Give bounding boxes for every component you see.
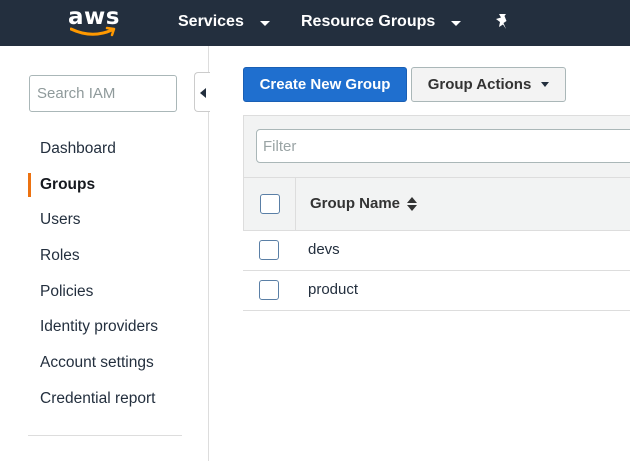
sidebar-divider [28,435,182,436]
sort-icon [407,196,418,211]
filter-input[interactable] [256,129,630,163]
chevron-left-icon [200,88,206,98]
collapse-sidebar-button[interactable] [194,72,210,112]
groups-table: Group Name devs product [243,115,630,311]
caret-down-icon [541,82,550,87]
chevron-down-icon [259,20,270,26]
resource-groups-label: Resource Groups [301,13,436,30]
aws-logo[interactable]: aws [68,4,119,38]
group-actions-label: Group Actions [427,76,532,93]
pushpin-icon[interactable] [492,12,512,32]
chevron-down-icon [451,20,462,26]
table-row: devs [243,231,630,271]
sidebar-item-dashboard[interactable]: Dashboard [0,131,209,167]
sidebar-item-groups[interactable]: Groups [0,167,209,203]
sidebar-item-roles[interactable]: Roles [0,238,209,274]
services-menu[interactable]: Services [178,13,270,31]
column-divider [295,178,296,231]
table-header: Group Name [243,177,630,231]
aws-smile-icon [70,26,116,37]
group-actions-button[interactable]: Group Actions [411,67,566,102]
services-label: Services [178,13,244,30]
sidebar-nav: Dashboard Groups Users Roles Policies Id… [0,131,209,417]
group-name-link[interactable]: devs [308,241,340,258]
resource-groups-menu[interactable]: Resource Groups [301,13,462,31]
sidebar-item-identity-providers[interactable]: Identity providers [0,309,209,345]
sidebar-item-account-settings[interactable]: Account settings [0,345,209,381]
sidebar-item-users[interactable]: Users [0,202,209,238]
select-all-checkbox[interactable] [260,194,280,214]
sidebar-item-policies[interactable]: Policies [0,274,209,310]
row-checkbox[interactable] [259,240,279,260]
top-navigation-bar: aws Services Resource Groups [0,0,630,46]
group-name-link[interactable]: product [308,281,358,298]
sidebar: Dashboard Groups Users Roles Policies Id… [0,46,210,461]
table-row: product [243,271,630,311]
create-new-group-button[interactable]: Create New Group [243,67,407,102]
group-name-column-header[interactable]: Group Name [310,195,418,212]
sidebar-item-credential-report[interactable]: Credential report [0,381,209,417]
group-name-header-label: Group Name [310,195,401,212]
row-checkbox[interactable] [259,280,279,300]
filter-bar [243,115,630,177]
search-iam-input[interactable] [29,75,177,112]
